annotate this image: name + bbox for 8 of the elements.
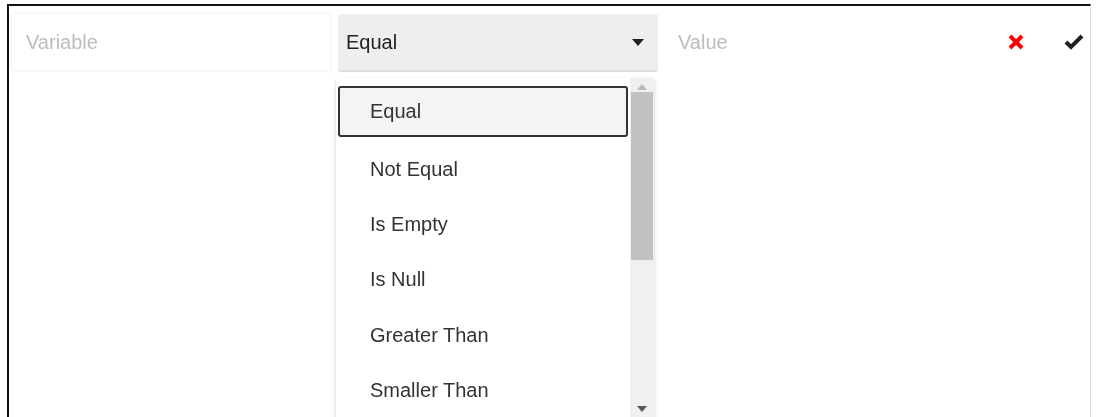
caret-icon <box>632 38 644 46</box>
check-icon[interactable] <box>1064 34 1084 50</box>
scrollbar-thumb[interactable] <box>631 92 653 260</box>
scroll-down-icon[interactable] <box>637 406 647 412</box>
dropdown-option[interactable]: Equal <box>338 86 628 138</box>
operator-select[interactable]: Equal <box>338 14 658 72</box>
variable-field[interactable]: Variable <box>12 14 330 70</box>
close-icon[interactable] <box>1008 34 1024 50</box>
